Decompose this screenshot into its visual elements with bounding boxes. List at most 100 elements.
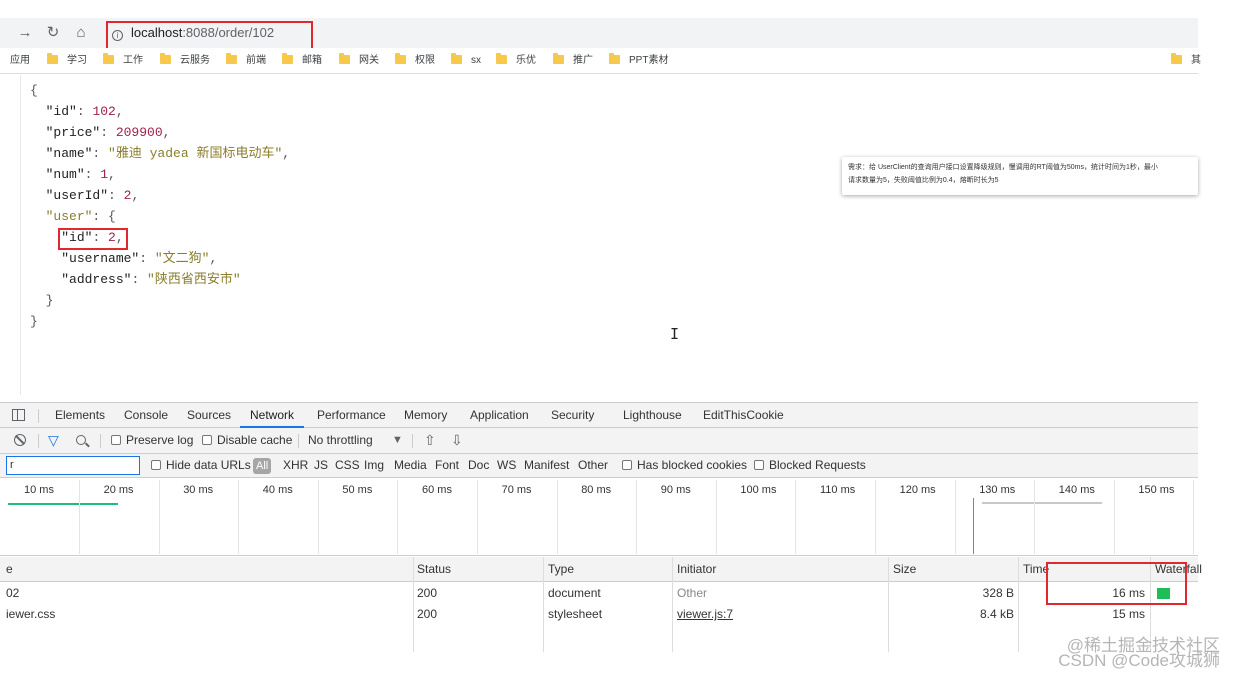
hide-data-urls-checkbox[interactable]: Hide data URLs <box>151 454 251 477</box>
json-punctuation <box>30 209 46 224</box>
tab-memory[interactable]: Memory <box>404 403 447 428</box>
row-initiator-link[interactable]: viewer.js:7 <box>677 604 733 625</box>
timeline-request-bar <box>8 503 118 505</box>
blocked-requests-checkbox[interactable]: Blocked Requests <box>754 454 866 477</box>
json-punctuation <box>30 146 46 161</box>
bookmark-folder[interactable]: 前端 <box>226 53 266 67</box>
tab-security[interactable]: Security <box>551 403 594 428</box>
bookmark-folder[interactable]: 云服务 <box>160 53 210 67</box>
divider <box>38 434 39 448</box>
column-header-status[interactable]: Status <box>417 557 451 582</box>
timeline-tick-label: 150 ms <box>1138 484 1175 496</box>
folder-icon <box>553 53 564 64</box>
json-string-value: "陕西省西安市" <box>147 272 241 287</box>
tab-performance[interactable]: Performance <box>317 403 386 428</box>
timeline-request-bar <box>982 502 1102 504</box>
preserve-log-checkbox[interactable]: Preserve log <box>111 428 193 453</box>
divider <box>412 434 413 448</box>
device-toolbar-icon[interactable] <box>12 409 25 421</box>
forward-arrow-icon[interactable]: → <box>16 24 34 42</box>
column-header-initiator[interactable]: Initiator <box>677 557 716 582</box>
json-key: "userId" <box>45 188 109 203</box>
json-punctuation: : <box>100 125 116 140</box>
bookmark-folder[interactable]: 权限 <box>395 53 435 67</box>
json-key: "address" <box>61 272 132 287</box>
row-name: 02 <box>6 586 20 600</box>
timeline-dom-content-loaded-marker <box>973 498 975 554</box>
bookmark-folder[interactable]: 网关 <box>339 53 379 67</box>
json-punctuation <box>30 104 46 119</box>
json-punctuation <box>30 272 61 287</box>
reload-icon[interactable]: ↻ <box>44 24 62 42</box>
filter-type-img[interactable]: Img <box>364 454 384 477</box>
has-blocked-cookies-checkbox[interactable]: Has blocked cookies <box>622 454 747 477</box>
tab-editthiscookie[interactable]: EditThisCookie <box>703 403 784 428</box>
tab-elements[interactable]: Elements <box>55 403 105 428</box>
filter-type-doc[interactable]: Doc <box>468 454 489 477</box>
bookmark-folder[interactable]: 其 <box>1171 53 1201 67</box>
tab-network[interactable]: Network <box>240 403 305 428</box>
tab-sources[interactable]: Sources <box>187 403 231 428</box>
json-punctuation: , <box>108 167 116 182</box>
filter-type-media[interactable]: Media <box>394 454 427 477</box>
json-punctuation <box>30 230 61 245</box>
bookmark-folder[interactable]: 邮箱 <box>282 53 322 67</box>
disable-cache-checkbox[interactable]: Disable cache <box>202 428 292 453</box>
filter-input[interactable]: r <box>6 456 140 475</box>
filter-type-xhr[interactable]: XHR <box>283 454 308 477</box>
timeline-gridline <box>1193 480 1195 554</box>
filter-type-js[interactable]: JS <box>314 454 328 477</box>
json-punctuation: : <box>76 104 93 119</box>
bookmark-folder[interactable]: 乐优 <box>496 53 536 67</box>
filter-type-font[interactable]: Font <box>435 454 459 477</box>
bookmark-apps[interactable]: 应用 <box>10 55 30 67</box>
row-initiator: Other <box>677 586 708 600</box>
timeline-gridline <box>238 480 240 554</box>
bookmark-folder[interactable]: 工作 <box>103 53 143 67</box>
folder-icon <box>451 53 462 64</box>
tab-lighthouse[interactable]: Lighthouse <box>623 403 682 428</box>
filter-icon[interactable]: ▽ <box>48 428 59 453</box>
folder-icon <box>1171 53 1182 64</box>
bookmark-folder[interactable]: 学习 <box>47 53 87 67</box>
export-har-icon[interactable]: ⇩ <box>451 428 463 453</box>
json-key: "username" <box>61 251 140 266</box>
network-overview-timeline[interactable]: 10 ms 20 ms 30 ms 40 ms 50 ms 60 ms 70 ms 80 ms… <box>0 478 1198 556</box>
json-string-value: "雅迪 yadea 新国标电动车" <box>108 146 283 161</box>
filter-type-manifest[interactable]: Manifest <box>524 454 569 477</box>
import-har-icon[interactable]: ⇧ <box>424 428 436 453</box>
bookmark-folder[interactable]: 推广 <box>553 53 593 67</box>
chevron-down-icon[interactable]: ▼ <box>392 428 403 453</box>
tab-application[interactable]: Application <box>470 403 529 428</box>
divider <box>38 409 39 423</box>
stop-recording-icon[interactable] <box>14 428 26 453</box>
filter-type-all[interactable]: All <box>253 458 272 474</box>
table-row[interactable]: 02 200 document Other 328 B 16 ms <box>0 583 1198 604</box>
timeline-gridline <box>1034 480 1036 554</box>
home-icon[interactable]: ⌂ <box>72 24 90 42</box>
folder-icon <box>395 53 406 64</box>
highlight-box-time-waterfall <box>1046 562 1187 605</box>
screenshot-root: { "browser": { "address": { "host": "loc… <box>0 0 1234 673</box>
filter-type-other[interactable]: Other <box>578 454 608 477</box>
network-toolbar: ▽ Preserve log Disable cache No throttli… <box>0 428 1198 454</box>
folder-icon <box>226 53 237 64</box>
bookmark-folder[interactable]: sx <box>451 53 481 67</box>
timeline-tick-label: 80 ms <box>581 484 612 496</box>
table-row[interactable]: iewer.css 200 stylesheet viewer.js:7 8.4… <box>0 604 1198 625</box>
json-punctuation <box>30 167 46 182</box>
filter-type-css[interactable]: CSS <box>335 454 360 477</box>
column-header-name[interactable]: e <box>6 557 13 582</box>
search-icon[interactable] <box>76 428 86 453</box>
timeline-tick-label: 20 ms <box>103 484 134 496</box>
bookmark-folder[interactable]: PPT素材 <box>609 53 668 67</box>
json-line: } <box>30 290 290 311</box>
timeline-gridline <box>636 480 638 554</box>
timeline-gridline <box>715 480 717 554</box>
throttling-select[interactable]: No throttling <box>308 428 373 453</box>
column-header-type[interactable]: Type <box>548 557 574 582</box>
filter-type-ws[interactable]: WS <box>497 454 516 477</box>
column-header-size[interactable]: Size <box>893 557 916 582</box>
tab-console[interactable]: Console <box>124 403 168 428</box>
json-key: "name" <box>45 146 93 161</box>
